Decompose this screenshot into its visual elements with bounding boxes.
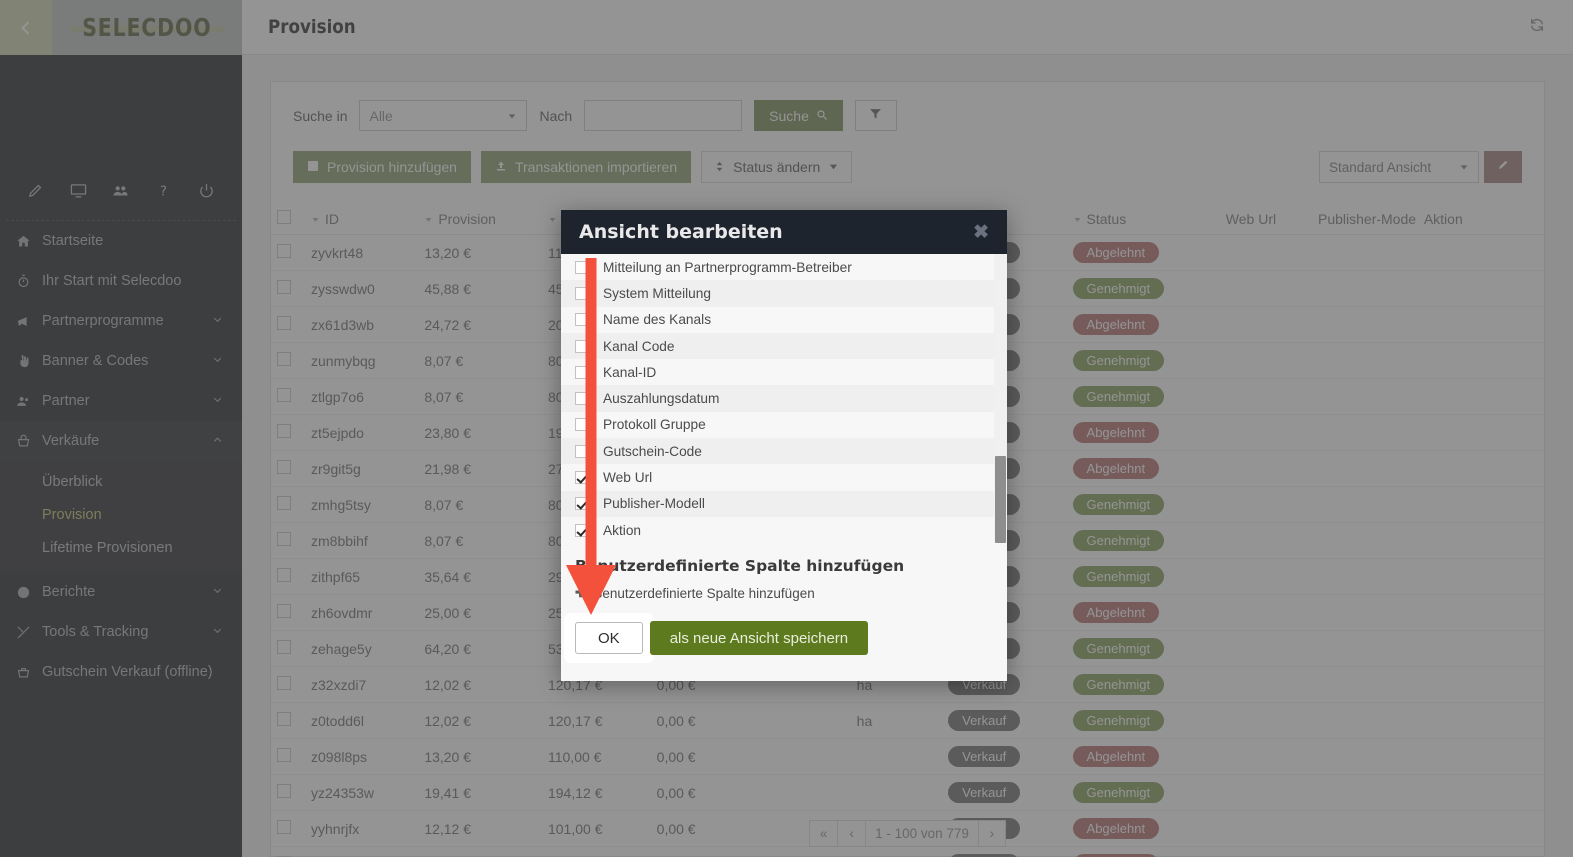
column-toggle-row[interactable]: Aktion bbox=[561, 517, 1007, 543]
column-toggle-row[interactable]: Gutschein-Code bbox=[561, 438, 1007, 465]
column-toggle-label: Web Url bbox=[603, 470, 653, 486]
modal-scrollbar[interactable] bbox=[994, 254, 1007, 544]
column-toggle-row[interactable]: System Mitteilung bbox=[561, 280, 1007, 307]
add-custom-column-label: Benutzerdefinierte Spalte hinzufügen bbox=[593, 585, 815, 601]
column-toggle-row[interactable]: Web Url bbox=[561, 464, 1007, 490]
column-toggle-label: Kanal-ID bbox=[603, 364, 657, 380]
modal-scroll-thumb[interactable] bbox=[995, 456, 1006, 543]
add-custom-column-link[interactable]: ✚ Benutzerdefinierte Spalte hinzufügen bbox=[561, 575, 1007, 601]
column-toggle-row[interactable]: Auszahlungsdatum bbox=[561, 385, 1007, 412]
column-toggle-row[interactable]: Kanal Code bbox=[561, 332, 1007, 360]
column-toggle-checkbox[interactable] bbox=[575, 418, 588, 432]
column-toggle-checkbox[interactable] bbox=[575, 497, 588, 511]
column-toggle-checkbox[interactable] bbox=[575, 260, 588, 274]
column-toggle-row[interactable]: Mitteilung an Partnerprogramm-Betreiber bbox=[561, 254, 1007, 280]
column-toggle-label: Publisher-Modell bbox=[603, 496, 705, 512]
column-toggle-checkbox[interactable] bbox=[575, 313, 588, 327]
column-toggle-checkbox[interactable] bbox=[575, 365, 588, 379]
column-toggle-label: Auszahlungsdatum bbox=[603, 391, 720, 407]
close-icon[interactable]: ✖ bbox=[973, 221, 989, 244]
modal-body: Mitteilung an Partnerprogramm-Betreiber S… bbox=[561, 254, 1007, 544]
ok-button-highlight: OK bbox=[564, 613, 654, 664]
column-toggle-label: Aktion bbox=[603, 522, 642, 538]
save-as-new-view-button[interactable]: als neue Ansicht speichern bbox=[649, 621, 869, 656]
column-toggle-label: Protokoll Gruppe bbox=[603, 417, 706, 433]
column-toggle-checkbox[interactable] bbox=[575, 523, 588, 537]
modal-footer: OK als neue Ansicht speichern bbox=[561, 601, 1007, 681]
column-toggle-checkbox[interactable] bbox=[575, 444, 588, 458]
column-toggle-checkbox[interactable] bbox=[575, 471, 588, 485]
column-toggle-row[interactable]: Publisher-Modell bbox=[561, 490, 1007, 517]
column-toggle-list: Mitteilung an Partnerprogramm-Betreiber S… bbox=[561, 254, 1007, 543]
column-toggle-label: System Mitteilung bbox=[603, 285, 712, 301]
column-toggle-label: Gutschein-Code bbox=[603, 443, 702, 459]
column-toggle-label: Name des Kanals bbox=[603, 312, 712, 328]
plus-icon: ✚ bbox=[575, 585, 587, 601]
column-toggle-checkbox[interactable] bbox=[575, 286, 588, 300]
column-toggle-row[interactable]: Name des Kanals bbox=[561, 307, 1007, 333]
modal-header: Ansicht bearbeiten ✖ bbox=[561, 210, 1007, 254]
column-toggle-label: Kanal Code bbox=[603, 338, 675, 354]
column-toggle-checkbox[interactable] bbox=[575, 392, 588, 406]
custom-column-heading: Benutzerdefinierte Spalte hinzufügen bbox=[575, 557, 905, 576]
column-toggle-checkbox[interactable] bbox=[575, 339, 588, 353]
column-toggle-row[interactable]: Kanal-ID bbox=[561, 359, 1007, 385]
screen-root: SELECDOO ? bbox=[0, 0, 1573, 857]
ok-button[interactable]: OK bbox=[575, 622, 643, 655]
edit-view-modal: Ansicht bearbeiten ✖ Mitteilung an Partn… bbox=[561, 210, 1007, 682]
modal-title: Ansicht bearbeiten bbox=[579, 221, 783, 243]
column-toggle-label: Mitteilung an Partnerprogramm-Betreiber bbox=[603, 259, 852, 275]
column-toggle-row[interactable]: Protokoll Gruppe bbox=[561, 412, 1007, 438]
